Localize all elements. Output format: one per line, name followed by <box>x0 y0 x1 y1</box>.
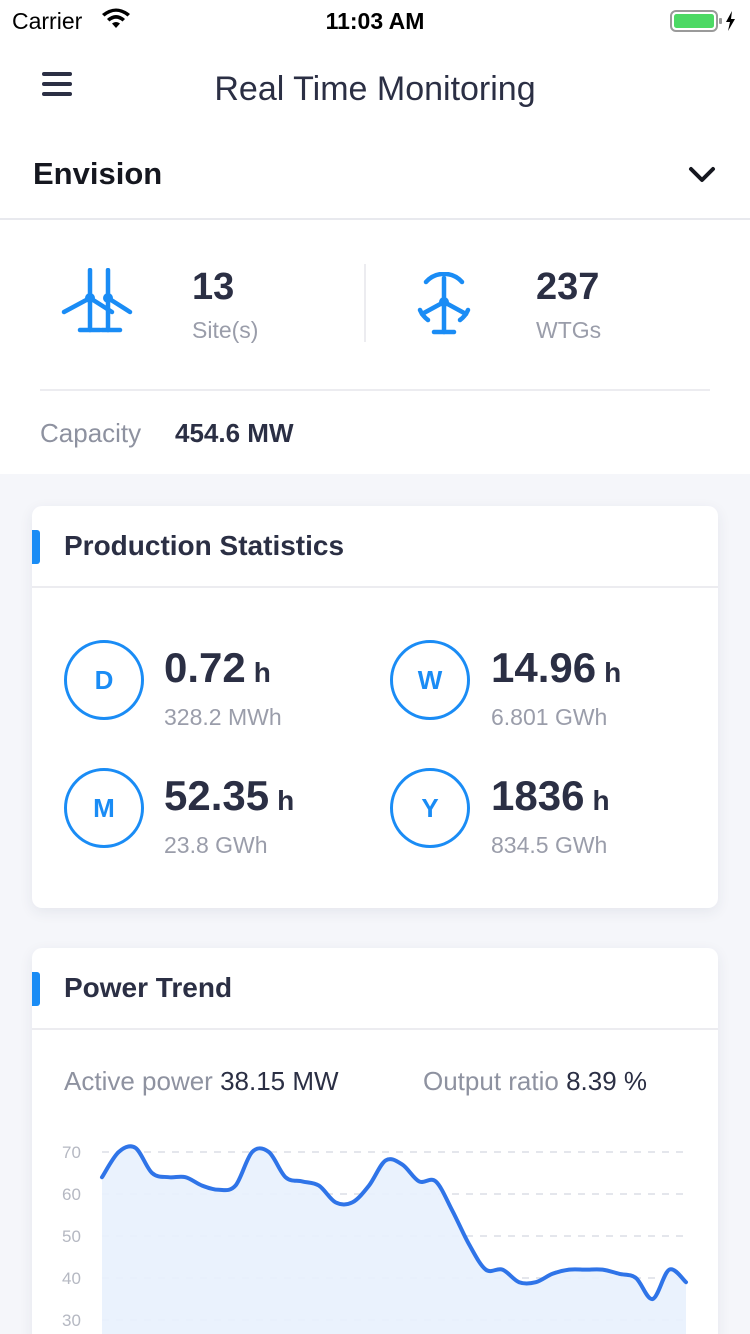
wtgs-count: 237 <box>536 266 600 308</box>
organization-selector[interactable]: Envision <box>0 140 750 220</box>
battery-icon <box>670 10 735 32</box>
card-title: Power Trend <box>64 972 233 1003</box>
capacity-value: 454.6 MW <box>175 418 294 448</box>
weekly-hours: 14.96 h <box>491 644 622 691</box>
yearly-hours: 1836 h <box>491 772 610 819</box>
summary-divider <box>364 264 366 342</box>
daily-energy: 328.2 MWh <box>164 704 282 730</box>
weekly-badge: W <box>390 640 470 720</box>
summary-hr <box>40 389 710 391</box>
y-tick-label: 30 <box>62 1311 81 1330</box>
active-power-value: 38.15 MW <box>220 1066 339 1096</box>
sites-label: Site(s) <box>192 317 259 343</box>
production-statistics-card: Production Statistics D 0.72 h 328.2 MWh … <box>32 506 718 908</box>
weekly-energy: 6.801 GWh <box>491 704 608 730</box>
capacity-label: Capacity <box>40 418 142 448</box>
y-tick-label: 70 <box>62 1143 81 1162</box>
wind-turbine-icon <box>417 272 471 335</box>
power-trend-card: Power Trend Active power 38.15 MW Output… <box>32 948 718 1334</box>
clock: 11:03 AM <box>325 8 425 34</box>
monthly-energy: 23.8 GWh <box>164 832 268 858</box>
page-title: Real Time Monitoring <box>214 70 536 108</box>
card-accent-bar <box>32 530 40 564</box>
card-divider <box>32 1028 718 1030</box>
active-power-readout: Active power 38.15 MW <box>64 1066 339 1096</box>
daily-badge: D <box>64 640 144 720</box>
y-tick-label: 60 <box>62 1185 81 1204</box>
yearly-energy: 834.5 GWh <box>491 832 608 858</box>
wind-farm-icon <box>61 268 133 333</box>
power-area-fill <box>102 1146 686 1334</box>
monthly-badge: M <box>64 768 144 848</box>
sites-count: 13 <box>192 266 235 308</box>
monthly-hours: 52.35 h <box>164 772 295 819</box>
output-ratio-value: 8.39 % <box>566 1066 648 1096</box>
site-summary-panel: 13 Site(s) 237 WTGs Capacity 454.6 MW <box>0 220 750 474</box>
organization-name: Envision <box>33 156 163 191</box>
output-ratio-readout: Output ratio 8.39 % <box>423 1066 648 1096</box>
wtgs-label: WTGs <box>536 317 602 343</box>
y-tick-label: 40 <box>62 1269 81 1288</box>
nav-bar: Real Time Monitoring <box>0 40 750 140</box>
power-trend-chart: MW3040506070 <box>62 1143 688 1334</box>
daily-hours: 0.72 h <box>164 644 271 691</box>
status-bar: Carrier 11:03 AM <box>0 0 750 40</box>
y-tick-label: 50 <box>62 1227 81 1246</box>
card-title: Production Statistics <box>64 530 345 561</box>
card-accent-bar <box>32 972 40 1006</box>
card-divider <box>32 586 718 588</box>
chevron-down-icon[interactable] <box>688 166 716 184</box>
yearly-badge: Y <box>390 768 470 848</box>
